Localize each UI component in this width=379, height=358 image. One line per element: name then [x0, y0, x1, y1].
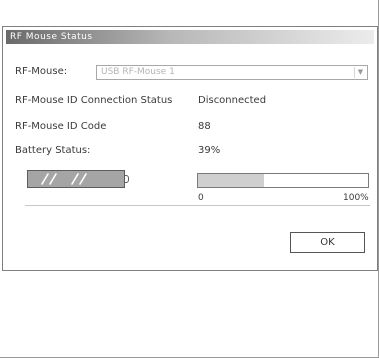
id-code-label: RF-Mouse ID Code — [15, 121, 107, 132]
scale-min-label: 0 — [198, 193, 204, 203]
rf-mouse-label: RF-Mouse: — [15, 66, 68, 77]
battery-level-bar — [197, 173, 369, 188]
battery-status-value: 39% — [198, 145, 221, 156]
chevron-down-icon[interactable]: ▼ — [354, 67, 366, 78]
battery-icon — [27, 170, 125, 188]
battery-tip-icon — [125, 175, 129, 183]
dialog-divider — [25, 205, 370, 206]
dialog-title: RF Mouse Status — [6, 30, 374, 44]
connection-status-label: RF-Mouse ID Connection Status — [15, 95, 173, 106]
connection-status-value: Disconnected — [198, 95, 267, 106]
id-code-value: 88 — [198, 121, 211, 132]
ok-button[interactable]: OK — [290, 232, 365, 253]
rf-mouse-select[interactable]: USB RF-Mouse 1 ▼ — [96, 65, 368, 80]
rf-mouse-select-value: USB RF-Mouse 1 — [101, 67, 175, 77]
battery-level-fill — [198, 174, 264, 187]
battery-stripes-icon — [41, 173, 87, 185]
scale-max-label: 100% — [343, 193, 369, 203]
battery-status-label: Battery Status: — [15, 145, 91, 156]
